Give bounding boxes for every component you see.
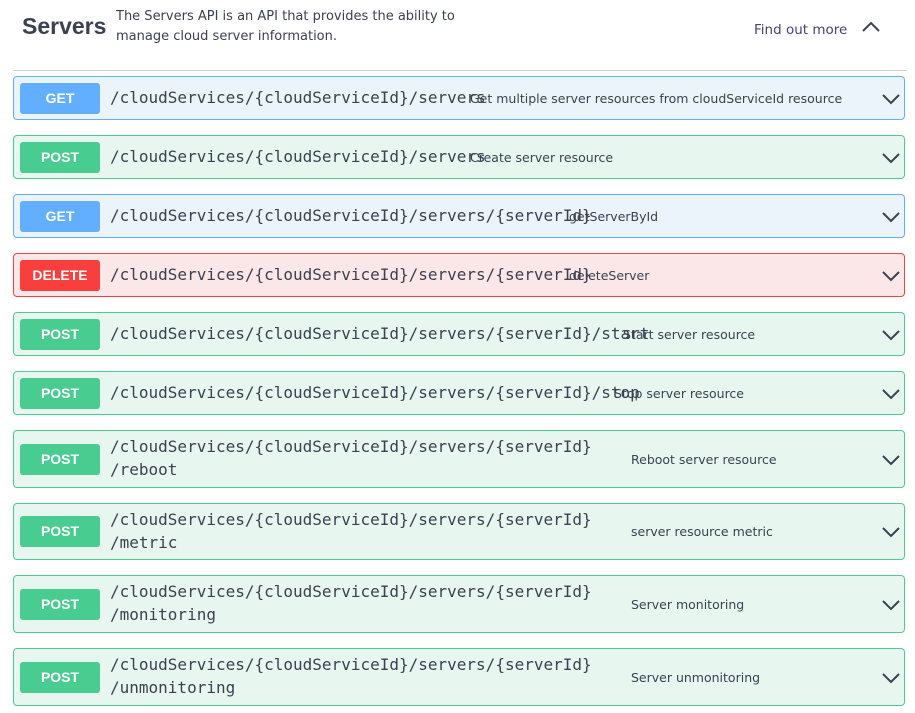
operation-summary: getServerById: [569, 209, 659, 224]
operation-path-line1: /cloudServices/{cloudServiceId}/servers/…: [110, 437, 592, 456]
chevron-down-icon[interactable]: [880, 453, 902, 467]
find-out-more-link[interactable]: Find out more: [754, 22, 847, 38]
operation-path: /cloudServices/{cloudServiceId}/servers: [110, 88, 486, 107]
operation-post-unmonitoring[interactable]: POST /cloudServices/{cloudServiceId}/ser…: [13, 648, 905, 706]
chevron-down-icon[interactable]: [880, 210, 902, 224]
operation-path-line2: /monitoring: [110, 605, 216, 624]
operation-get-server-by-id[interactable]: GET /cloudServices/{cloudServiceId}/serv…: [13, 194, 905, 238]
chevron-down-icon[interactable]: [880, 525, 902, 539]
method-badge: POST: [20, 142, 100, 173]
method-badge: POST: [20, 444, 100, 475]
method-badge: POST: [20, 319, 100, 350]
operation-post-metric[interactable]: POST /cloudServices/{cloudServiceId}/ser…: [13, 503, 905, 560]
operation-summary: Stop server resource: [614, 386, 744, 401]
operation-path-line1: /cloudServices/{cloudServiceId}/servers/…: [110, 582, 592, 601]
chevron-down-icon[interactable]: [880, 328, 902, 342]
tag-title: Servers: [22, 13, 107, 39]
operation-path-line2: /reboot: [110, 460, 178, 479]
operation-path: /cloudServices/{cloudServiceId}/servers/…: [110, 383, 640, 402]
operation-summary: Create server resource: [470, 150, 614, 165]
method-badge: DELETE: [20, 260, 100, 291]
operation-post-start[interactable]: POST /cloudServices/{cloudServiceId}/ser…: [13, 312, 905, 356]
chevron-up-icon: [862, 21, 880, 32]
header-divider: [13, 70, 907, 71]
operation-path-line2: /metric: [110, 533, 178, 552]
chevron-down-icon[interactable]: [880, 151, 902, 165]
operation-post-stop[interactable]: POST /cloudServices/{cloudServiceId}/ser…: [13, 371, 905, 415]
chevron-down-icon[interactable]: [880, 269, 902, 283]
method-badge: POST: [20, 516, 100, 547]
method-badge: POST: [20, 589, 100, 620]
operation-post-monitoring[interactable]: POST /cloudServices/{cloudServiceId}/ser…: [13, 575, 905, 633]
operation-path: /cloudServices/{cloudServiceId}/servers/…: [110, 265, 592, 284]
tag-header-servers[interactable]: Servers The Servers API is an API that p…: [0, 0, 915, 68]
chevron-down-icon[interactable]: [880, 387, 902, 401]
operation-path: /cloudServices/{cloudServiceId}/servers/…: [110, 206, 592, 225]
operation-post-servers[interactable]: POST /cloudServices/{cloudServiceId}/ser…: [13, 135, 905, 179]
operation-get-servers[interactable]: GET /cloudServices/{cloudServiceId}/serv…: [13, 76, 905, 120]
operation-delete-server[interactable]: DELETE /cloudServices/{cloudServiceId}/s…: [13, 253, 905, 297]
operation-summary: deleteServer: [569, 268, 650, 283]
operation-path-line1: /cloudServices/{cloudServiceId}/servers/…: [110, 655, 592, 674]
collapse-button[interactable]: [858, 14, 884, 38]
operation-summary: Server unmonitoring: [631, 670, 761, 685]
operation-summary: server resource metric: [631, 524, 773, 539]
operation-path: /cloudServices/{cloudServiceId}/servers: [110, 147, 486, 166]
method-badge: GET: [20, 83, 100, 114]
operation-post-reboot[interactable]: POST /cloudServices/{cloudServiceId}/ser…: [13, 430, 905, 488]
operation-summary: Server monitoring: [631, 597, 745, 612]
method-badge: POST: [20, 378, 100, 409]
operation-summary: Get multiple server resources from cloud…: [470, 91, 843, 106]
chevron-down-icon[interactable]: [880, 92, 902, 106]
operation-path-line2: /unmonitoring: [110, 678, 236, 697]
method-badge: GET: [20, 201, 100, 232]
chevron-down-icon[interactable]: [880, 598, 902, 612]
operation-path: /cloudServices/{cloudServiceId}/servers/…: [110, 324, 650, 343]
operation-summary: Start server resource: [623, 327, 756, 342]
method-badge: POST: [20, 662, 100, 693]
operation-path-line1: /cloudServices/{cloudServiceId}/servers/…: [110, 510, 592, 529]
chevron-down-icon[interactable]: [880, 671, 902, 685]
tag-description: The Servers API is an API that provides …: [116, 9, 455, 44]
operation-summary: Reboot server resource: [631, 452, 777, 467]
